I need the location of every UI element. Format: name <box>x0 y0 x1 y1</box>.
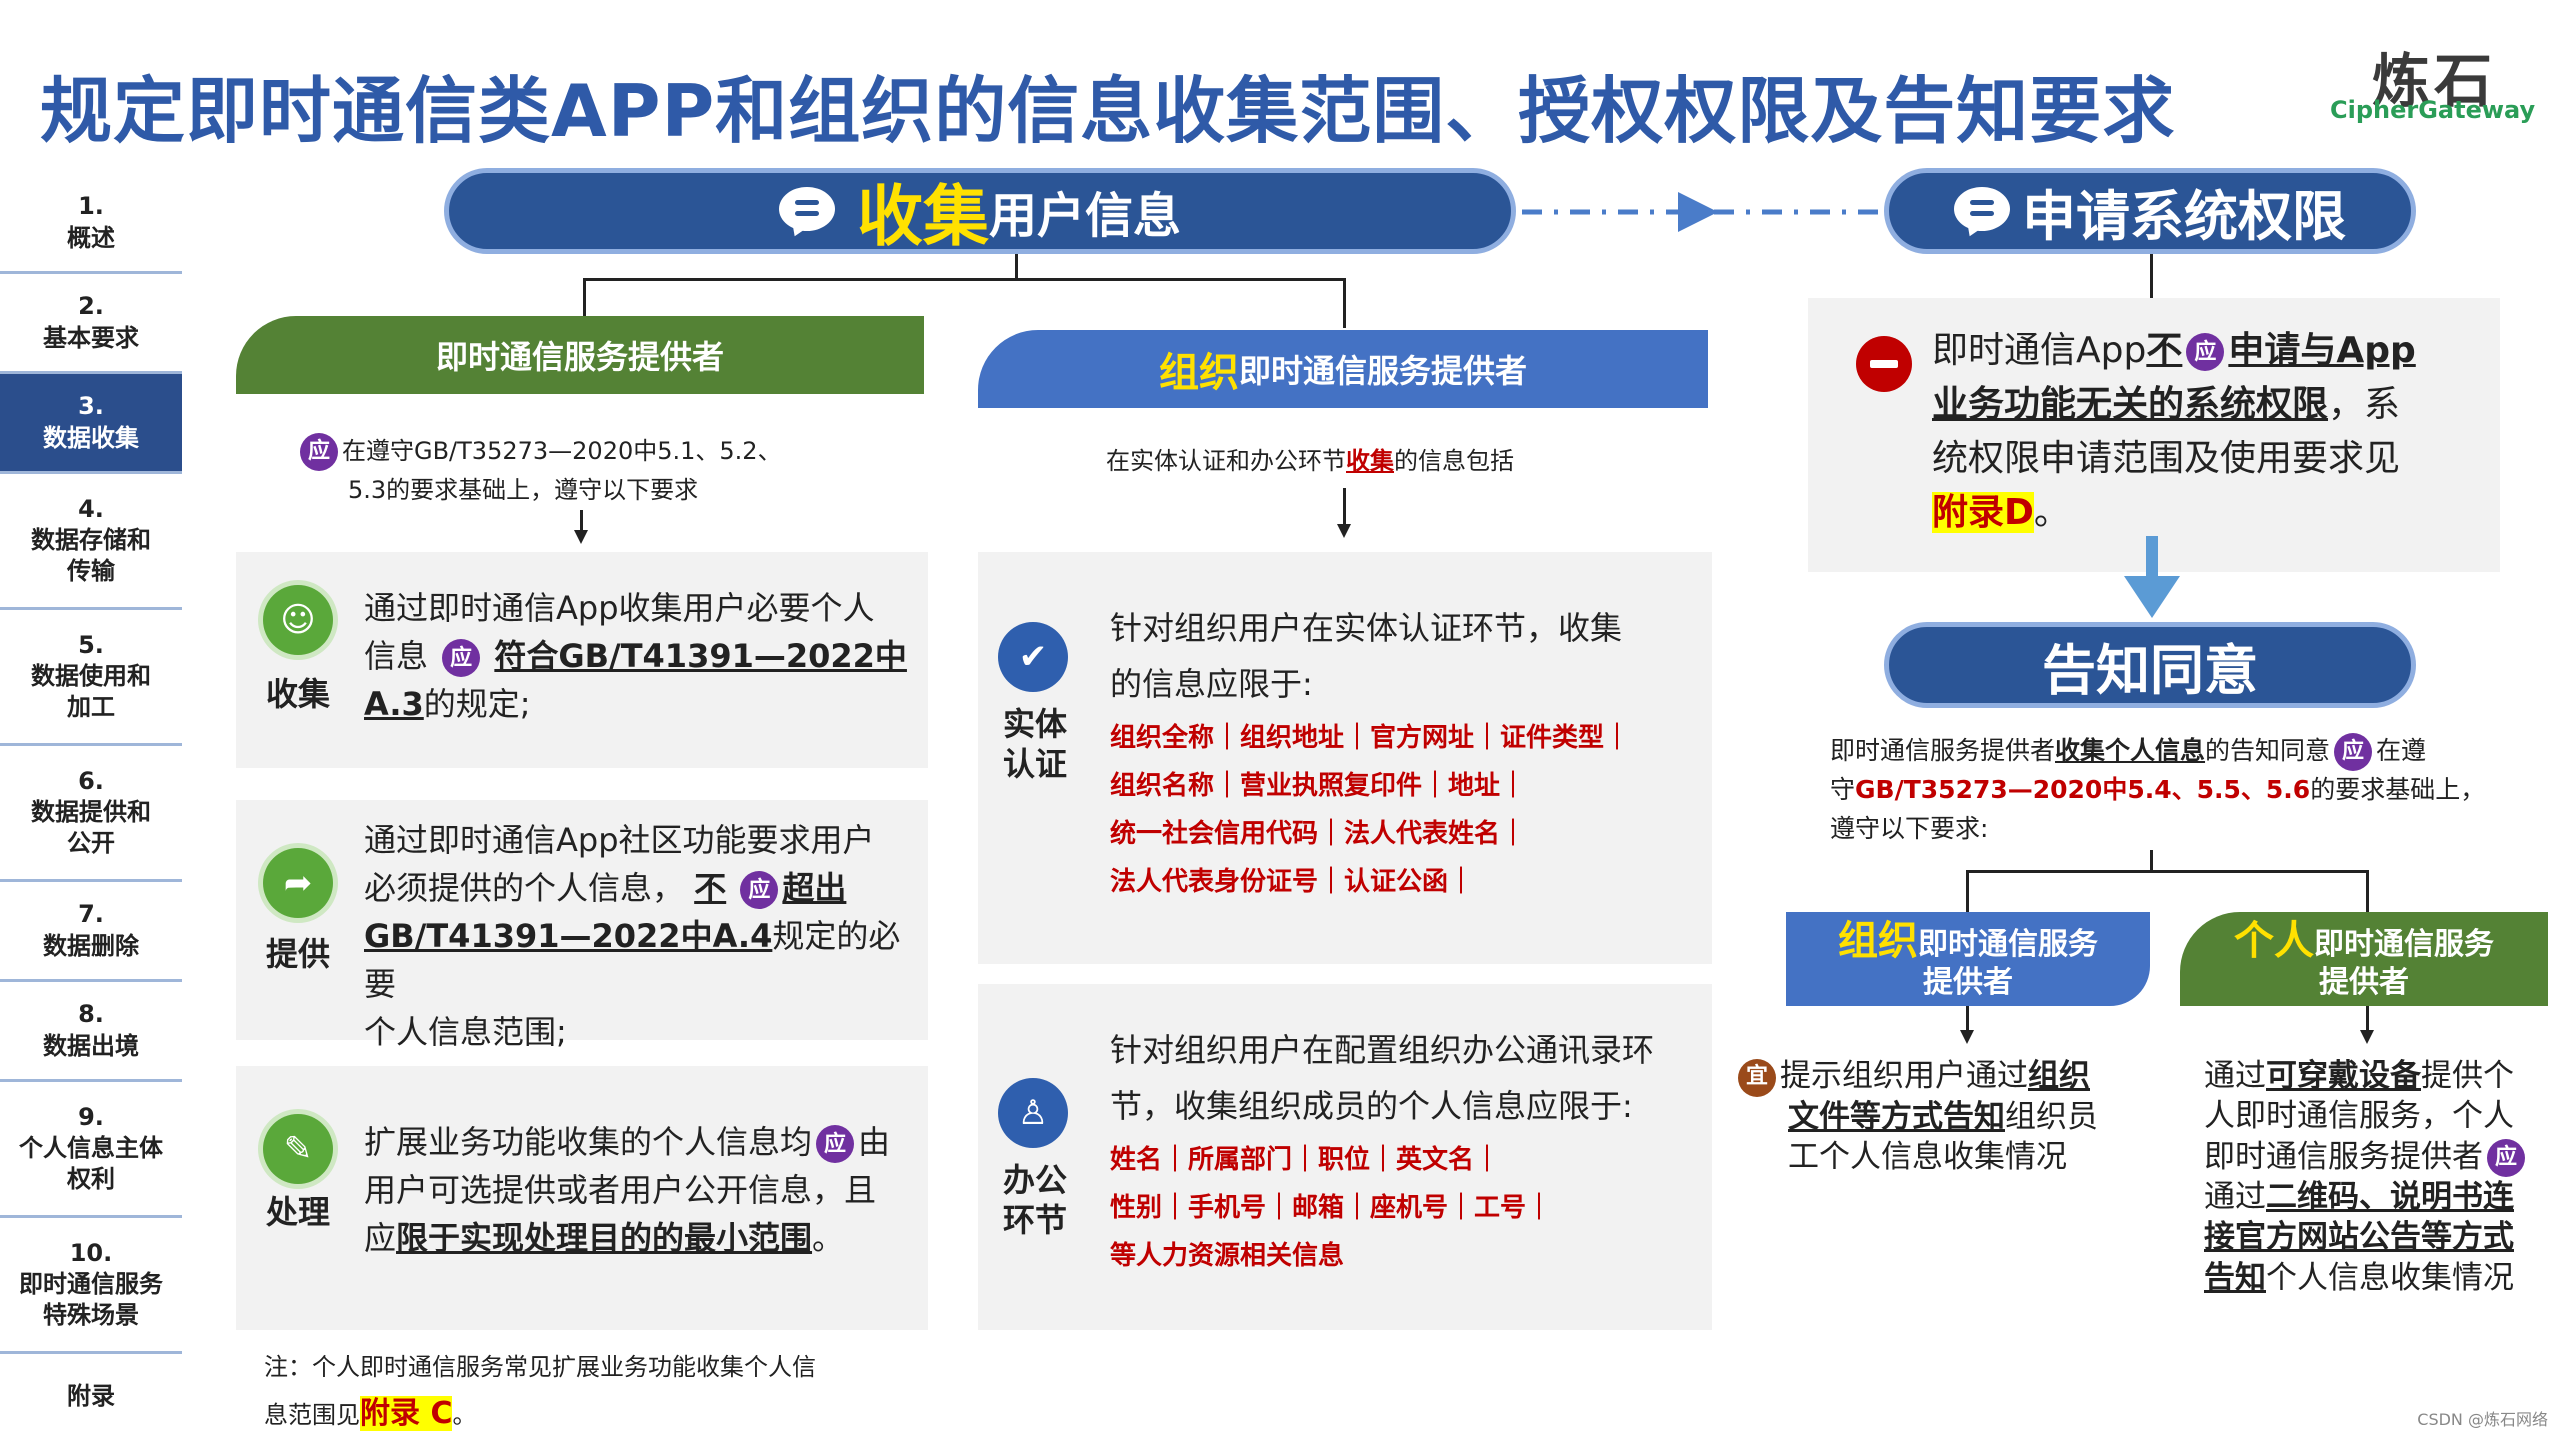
notice-intro: 即时通信服务提供者收集个人信息的告知同意应在遵 守GB/T35273—2020中… <box>1830 732 2500 849</box>
chat-bubble-icon <box>778 187 835 235</box>
logo-subtext: CipherGateway <box>2330 96 2536 124</box>
middle-column-header: 组织 即时通信服务提供者 <box>978 330 1708 408</box>
individual-provider-header: 个人即时通信服务 提供者 <box>2180 912 2548 1006</box>
org-provider-header: 组织即时通信服务 提供者 <box>1786 912 2150 1006</box>
provide-text: 通过即时通信App社区功能要求用户 必须提供的个人信息， 不 应超出 GB/T4… <box>364 821 901 1051</box>
office-fields: 姓名｜所属部门｜职位｜英文名｜ 性别｜手机号｜邮箱｜座机号｜工号｜ 等人力资源相… <box>1110 1145 1553 1271</box>
notice-consent-pill: 告知同意 <box>1884 622 2416 708</box>
sidebar-item-usage[interactable]: 5. 数据使用和加工 <box>0 610 182 746</box>
office-text: 针对组织用户在配置组织办公通讯录环 节，收集组织成员的个人信息应限于: <box>1110 1031 1655 1125</box>
prohibited-icon <box>1856 336 1912 392</box>
page-title: 规定即时通信类APP和组织的信息收集范围、授权权限及告知要求 <box>40 69 2176 153</box>
individual-notice-text: 通过可穿戴设备提供个 人即时通信服务，个人 即时通信服务提供者应 通过二维码、说… <box>2204 1056 2554 1298</box>
entity-auth-text: 针对组织用户在实体认证环节，收集 的信息应限于: <box>1110 609 1623 703</box>
sidebar-item-overview[interactable]: 1. 概述 <box>0 174 182 274</box>
left-note: 注：个人即时通信服务常见扩展业务功能收集个人信 息范围见附录 C。 <box>264 1353 816 1431</box>
sidebar-item-appendix[interactable]: 附录 <box>0 1354 182 1440</box>
collect-text: 通过即时通信App收集用户必要个人 信息 应 符合GB/T41391—2022中… <box>364 589 907 723</box>
sidebar-item-delete[interactable]: 7. 数据删除 <box>0 882 182 982</box>
entity-auth-fields: 组织全称｜组织地址｜官方网址｜证件类型｜ 组织名称｜营业执照复印件｜地址｜ 统一… <box>1110 723 1631 897</box>
sidebar-item-collection[interactable]: 3. 数据收集 <box>0 374 182 474</box>
collect-icon: ☺ <box>263 585 333 655</box>
chat-bubble-icon <box>1954 187 2010 235</box>
collect-user-info-pill: 收集 用户信息 <box>444 168 1516 255</box>
verified-badge-icon: ✔ <box>998 622 1068 692</box>
request-permission-pill: 申请系统权限 <box>1884 168 2416 254</box>
process-text: 扩展业务功能收集的个人信息均应由 用户可选提供或者用户公开信息，且 应限于实现处… <box>364 1123 891 1257</box>
sidebar-item-basic[interactable]: 2. 基本要求 <box>0 274 182 374</box>
sidebar-item-provide[interactable]: 6. 数据提供和公开 <box>0 746 182 882</box>
office-worker-icon: ♙ <box>998 1078 1068 1148</box>
left-intro: 应在遵守GB/T35273—2020中5.1、5.2、 5.3的要求基础上，遵守… <box>296 432 856 509</box>
flow-arrow <box>1522 192 1882 232</box>
sidebar-nav: 1. 概述 2. 基本要求 3. 数据收集 4. 数据存储和传输 5. 数据使用和加工 6… <box>0 174 182 1440</box>
process-label: 处理 <box>265 1193 330 1231</box>
watermark: CSDN @炼石网络 <box>2417 1410 2548 1429</box>
share-icon: ➦ <box>263 848 333 918</box>
should-badge: 应 <box>300 433 338 471</box>
office-label: 办公 环节 <box>1002 1161 1067 1239</box>
sidebar-item-storage[interactable]: 4. 数据存储和传输 <box>0 474 182 610</box>
org-notice-text: 宜提示组织用户通过组织 文件等方式告知组织员 工个人信息收集情况 <box>1734 1056 2154 1177</box>
middle-intro: 在实体认证和办公环节收集的信息包括 <box>1106 447 1514 475</box>
left-column-header: 即时通信服务提供者 <box>236 316 924 394</box>
permission-text: 即时通信App不应申请与App 业务功能无关的系统权限，系 统权限申请范围及使用… <box>1932 330 2416 533</box>
entity-auth-label: 实体 认证 <box>1002 705 1067 783</box>
sidebar-item-special[interactable]: 10. 即时通信服务特殊场景 <box>0 1218 182 1354</box>
sidebar-item-crossborder[interactable]: 8. 数据出境 <box>0 982 182 1082</box>
document-icon: ✎ <box>263 1114 333 1184</box>
sidebar-item-rights[interactable]: 9. 个人信息主体权利 <box>0 1082 182 1218</box>
collect-label: 收集 <box>265 675 330 713</box>
down-arrow <box>2124 536 2180 618</box>
provide-label: 提供 <box>265 935 330 973</box>
